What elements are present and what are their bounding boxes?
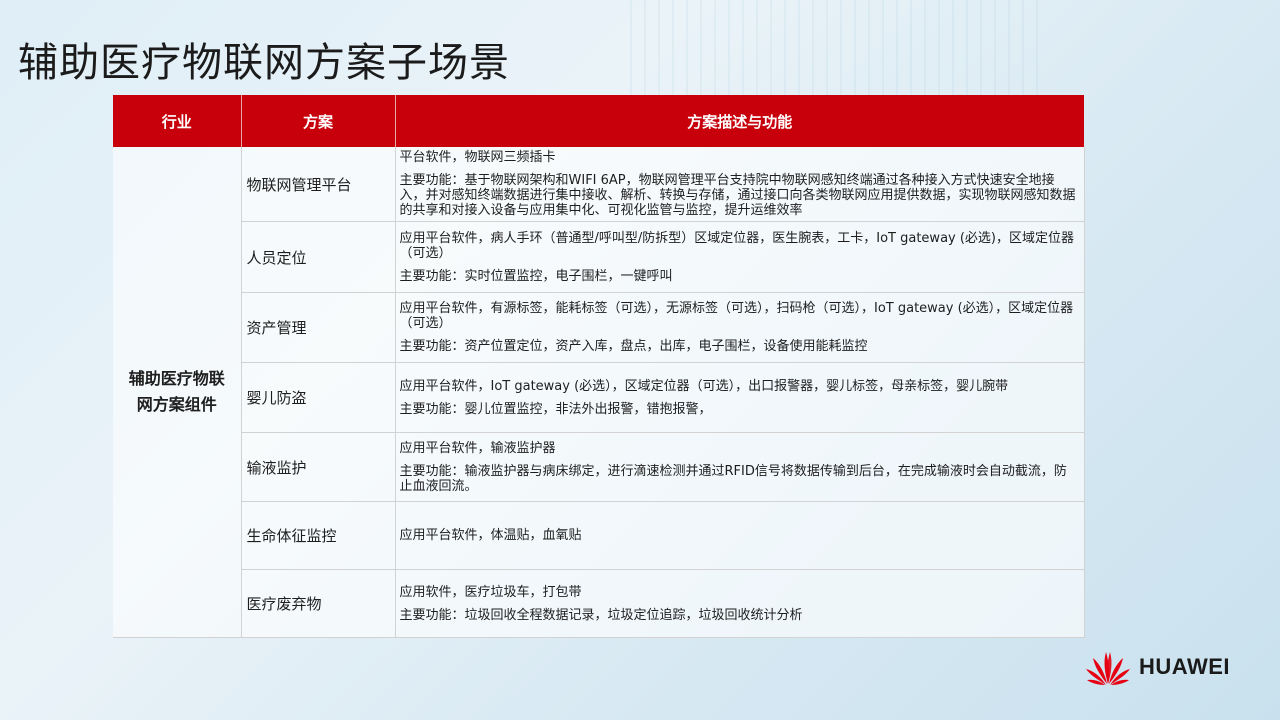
table-row: 医疗废弃物 应用软件，医疗垃圾车，打包带 主要功能：垃圾回收全程数据记录，垃圾定… — [113, 569, 1085, 638]
table-header-row: 行业 方案 方案描述与功能 — [113, 95, 1084, 147]
description-line: 应用平台软件，体温贴，血氧贴 — [399, 528, 582, 543]
description-line: 应用软件，医疗垃圾车，打包带 — [399, 584, 582, 600]
table-row: 生命体征监控 应用平台软件，体温贴，血氧贴 — [113, 501, 1085, 570]
page-title: 辅助医疗物联网方案子场景 — [18, 40, 510, 86]
scheme-cell: 输液监护 — [241, 432, 396, 502]
description-line: 应用平台软件，IoT gateway (必选），区域定位器（可选），出口报警器，… — [399, 378, 1009, 394]
description-function: 主要功能：垃圾回收全程数据记录，垃圾定位追踪，垃圾回收统计分析 — [399, 607, 803, 623]
description-function: 主要功能：输液监护器与病床绑定，进行滴速检测并通过RFID信号将数据传输到后台，… — [399, 463, 1067, 494]
scheme-cell: 生命体征监控 — [241, 501, 396, 570]
table-row: 婴儿防盗 应用平台软件，IoT gateway (必选），区域定位器（可选），出… — [113, 362, 1085, 433]
description-cell: 应用软件，医疗垃圾车，打包带 主要功能：垃圾回收全程数据记录，垃圾定位追踪，垃圾… — [395, 569, 1085, 638]
table-row: 辅助医疗物联网方案组件 物联网管理平台 平台软件，物联网三频插卡 主要功能：基于… — [113, 147, 1085, 638]
industry-cell: 辅助医疗物联网方案组件 — [113, 147, 242, 638]
description-line: 应用平台软件，有源标签，能耗标签（可选），无源标签（可选），扫码枪（可选），Io… — [399, 301, 1074, 331]
description-cell: 应用平台软件，体温贴，血氧贴 — [395, 501, 1085, 570]
header-description: 方案描述与功能 — [395, 95, 1084, 147]
description-cell: 应用平台软件，输液监护器 主要功能：输液监护器与病床绑定，进行滴速检测并通过RF… — [395, 432, 1085, 502]
description-function: 主要功能：基于物联网架构和WIFI 6AP，物联网管理平台支持院中物联网感知终端… — [399, 173, 1076, 218]
description-function: 主要功能：资产位置定位，资产入库，盘点，出库，电子围栏，设备使用能耗监控 — [399, 339, 868, 354]
huawei-logo: HUAWEI — [1085, 648, 1230, 686]
huawei-flower-icon — [1086, 652, 1130, 685]
huawei-logo-text: HUAWEI — [1139, 654, 1230, 679]
description-line: 应用平台软件，病人手环（普通型/呼叫型/防拆型）区域定位器，医生腕表，工卡，Io… — [399, 230, 1075, 261]
scenario-table: 行业 方案 方案描述与功能 辅助医疗物联网方案组件 物联网管理平台 平台软件，物… — [113, 95, 1085, 638]
scheme-cell: 物联网管理平台 — [241, 147, 396, 222]
header-industry: 行业 — [113, 95, 242, 147]
description-cell: 平台软件，物联网三频插卡 主要功能：基于物联网架构和WIFI 6AP，物联网管理… — [395, 147, 1085, 222]
scheme-cell: 资产管理 — [241, 292, 396, 363]
table-row: 输液监护 应用平台软件，输液监护器 主要功能：输液监护器与病床绑定，进行滴速检测… — [113, 432, 1085, 502]
scheme-cell: 医疗废弃物 — [241, 569, 396, 638]
description-cell: 应用平台软件，病人手环（普通型/呼叫型/防拆型）区域定位器，医生腕表，工卡，Io… — [395, 221, 1085, 293]
description-line: 平台软件，物联网三频插卡 — [399, 150, 556, 165]
header-scheme: 方案 — [241, 95, 396, 147]
description-function: 主要功能：婴儿位置监控，非法外出报警，错抱报警， — [399, 401, 712, 417]
scheme-cell: 婴儿防盗 — [241, 362, 396, 433]
description-function: 主要功能：实时位置监控，电子围栏，一键呼叫 — [399, 268, 673, 284]
description-cell: 应用平台软件，有源标签，能耗标签（可选），无源标签（可选），扫码枪（可选），Io… — [395, 292, 1085, 363]
table-row: 人员定位 应用平台软件，病人手环（普通型/呼叫型/防拆型）区域定位器，医生腕表，… — [113, 221, 1085, 293]
industry-label: 辅助医疗物联网方案组件 — [128, 369, 225, 414]
scheme-cell: 人员定位 — [241, 221, 396, 293]
description-line: 应用平台软件，输液监护器 — [399, 440, 556, 456]
table-row: 资产管理 应用平台软件，有源标签，能耗标签（可选），无源标签（可选），扫码枪（可… — [113, 292, 1085, 363]
description-cell: 应用平台软件，IoT gateway (必选），区域定位器（可选），出口报警器，… — [395, 362, 1085, 433]
